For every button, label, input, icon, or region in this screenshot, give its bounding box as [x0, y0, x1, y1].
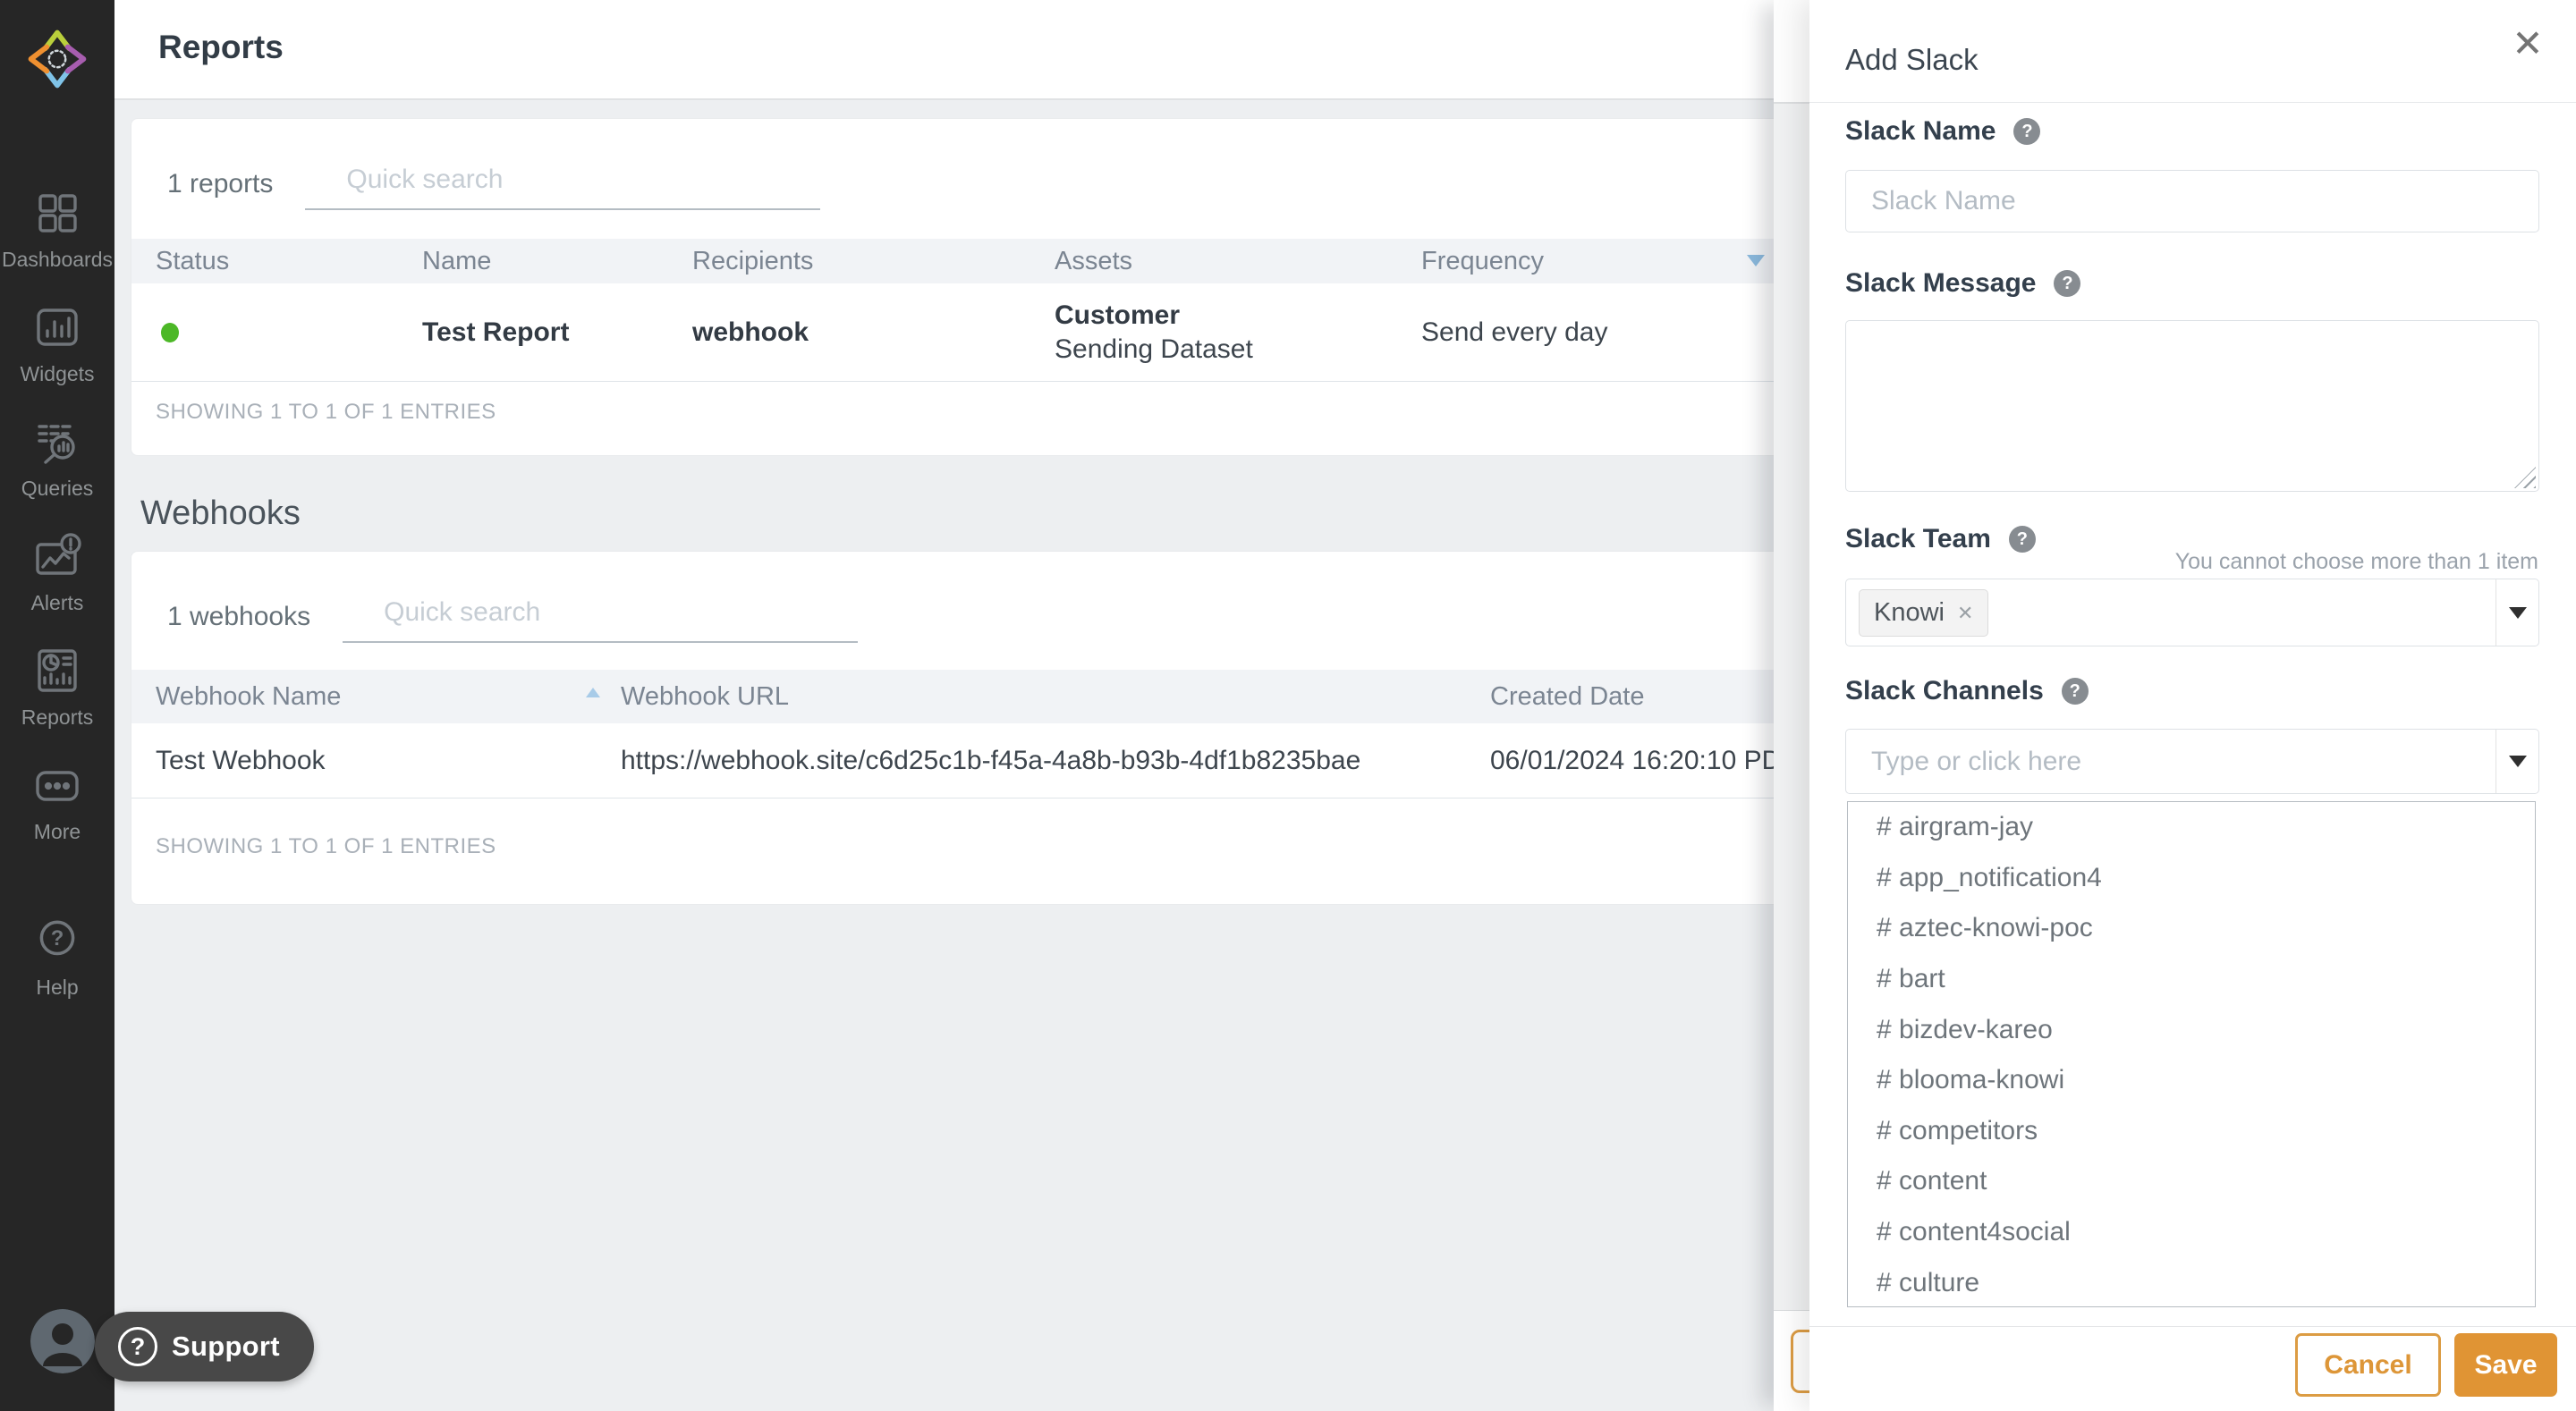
sidebar-item-queries[interactable]: Queries [0, 417, 114, 500]
reports-quick-search-input[interactable] [305, 155, 821, 210]
sidebar-item-label: Queries [21, 477, 94, 500]
report-recipients-cell: webhook [692, 317, 809, 347]
svg-text:?: ? [51, 926, 64, 951]
support-button[interactable]: ? Support [95, 1312, 314, 1381]
webhooks-section-title: Webhooks [140, 494, 301, 532]
background-modal-top-edge [1774, 0, 1809, 104]
channel-option[interactable]: # aztec-knowi-poc [1848, 903, 2535, 954]
slack-channels-combobox[interactable]: Type or click here [1845, 729, 2539, 794]
column-header-name[interactable]: Name [398, 247, 668, 276]
column-header-webhook-url[interactable]: Webhook URL [597, 682, 1466, 712]
reports-icon [32, 646, 82, 700]
widgets-icon [32, 302, 82, 357]
table-row[interactable]: Test Report webhook Customer Sending Dat… [131, 283, 1865, 382]
table-row[interactable]: Test Webhook https://webhook.site/c6d25c… [131, 723, 1865, 798]
channels-dropdown-toggle[interactable] [2496, 730, 2538, 793]
channel-option[interactable]: # app_notification4 [1848, 853, 2535, 904]
cancel-button[interactable]: Cancel [2295, 1333, 2441, 1397]
question-badge-icon[interactable]: ? [2054, 270, 2081, 297]
add-slack-panel: Add Slack ✕ Slack Name ? Slack Message ?… [1809, 0, 2576, 1411]
webhooks-quick-search-input[interactable] [343, 587, 859, 643]
channel-option[interactable]: # bizdev-kareo [1848, 1004, 2535, 1055]
dashboards-icon [32, 188, 82, 242]
webhooks-table-footer: SHOWING 1 TO 1 OF 1 ENTRIES [156, 834, 496, 858]
webhooks-count: 1 webhooks [167, 602, 311, 631]
sidebar-item-dashboards[interactable]: Dashboards [0, 188, 114, 271]
panel-footer: Cancel Save [1809, 1326, 2576, 1411]
sidebar-nav: Dashboards Widgets Queries Alerts Report… [0, 188, 114, 843]
reports-count: 1 reports [167, 169, 274, 199]
help-icon: ? [31, 914, 83, 970]
sidebar-item-label: Widgets [20, 362, 95, 385]
column-header-status[interactable]: Status [131, 247, 398, 276]
close-icon[interactable]: ✕ [2503, 18, 2553, 68]
chevron-down-icon [2508, 606, 2527, 619]
team-limit-note: You cannot choose more than 1 item [2174, 549, 2538, 574]
question-circle-icon: ? [118, 1327, 157, 1366]
webhooks-table-header: Webhook Name Webhook URL Created Date [131, 670, 1865, 723]
report-name-cell: Test Report [422, 317, 570, 347]
channel-option[interactable]: # airgram-jay [1848, 802, 2535, 853]
report-assets-cell: Customer Sending Dataset [1055, 300, 1253, 364]
column-header-assets[interactable]: Assets [1030, 247, 1397, 276]
more-icon [32, 760, 82, 815]
page-title: Reports [158, 29, 284, 65]
channel-option[interactable]: # content4social [1848, 1207, 2535, 1258]
queries-icon [32, 417, 82, 471]
channel-option[interactable]: # bart [1848, 954, 2535, 1005]
channels-dropdown-list: # airgram-jay # app_notification4 # azte… [1847, 801, 2536, 1307]
sidebar-item-widgets[interactable]: Widgets [0, 302, 114, 385]
webhooks-card: 1 webhooks Webhook Name Webhook URL Crea… [131, 551, 1866, 905]
sidebar-item-alerts[interactable]: Alerts [0, 531, 114, 614]
panel-header: Add Slack ✕ [1809, 0, 2576, 103]
reports-card: 1 reports Status Name Recipients Assets … [131, 118, 1866, 456]
team-tag-chip: Knowi ✕ [1859, 589, 1989, 637]
webhook-name-cell: Test Webhook [156, 745, 326, 775]
knowi-star-logo[interactable] [20, 21, 95, 101]
sidebar-item-label: Reports [21, 706, 94, 729]
slack-message-label: Slack Message ? [1845, 268, 2081, 299]
sidebar-item-label: Help [36, 976, 79, 999]
background-modal-edge [1774, 0, 1832, 1411]
slack-name-label: Slack Name ? [1845, 116, 2041, 147]
slack-team-label: Slack Team ? [1845, 524, 2036, 554]
chevron-down-icon [2508, 756, 2527, 767]
sidebar-item-help[interactable]: ? Help [0, 914, 114, 1000]
sort-desc-icon[interactable] [1747, 255, 1765, 266]
user-avatar-icon[interactable] [30, 1309, 95, 1373]
channel-option[interactable]: # culture [1848, 1257, 2535, 1306]
slack-channels-label: Slack Channels ? [1845, 676, 2089, 706]
sort-asc-icon[interactable] [586, 688, 600, 697]
column-header-recipients[interactable]: Recipients [668, 247, 1030, 276]
slack-name-input[interactable] [1845, 170, 2539, 232]
sidebar-item-label: More [33, 820, 81, 843]
column-header-webhook-name[interactable]: Webhook Name [131, 682, 597, 712]
save-button[interactable]: Save [2454, 1333, 2557, 1397]
channels-placeholder: Type or click here [1871, 746, 2082, 776]
sidebar: Dashboards Widgets Queries Alerts Report… [0, 0, 114, 1411]
question-badge-icon[interactable]: ? [2008, 526, 2036, 553]
sidebar-item-label: Alerts [30, 591, 84, 614]
channel-option[interactable]: # competitors [1848, 1106, 2535, 1157]
alerts-icon [32, 531, 82, 586]
support-label: Support [172, 1331, 280, 1362]
reports-table-header: Status Name Recipients Assets Frequency [131, 239, 1865, 283]
team-dropdown-toggle[interactable] [2496, 579, 2538, 646]
channel-option[interactable]: # blooma-knowi [1848, 1055, 2535, 1106]
reports-table-footer: SHOWING 1 TO 1 OF 1 ENTRIES [156, 400, 496, 424]
channel-option[interactable]: # content [1848, 1156, 2535, 1207]
sidebar-item-label: Dashboards [1, 248, 114, 271]
slack-message-textarea[interactable] [1845, 320, 2539, 492]
sidebar-item-reports[interactable]: Reports [0, 646, 114, 729]
status-dot [161, 322, 179, 342]
sidebar-item-more[interactable]: More [0, 760, 114, 843]
panel-title: Add Slack [1845, 43, 1979, 76]
question-badge-icon[interactable]: ? [2061, 678, 2089, 705]
question-badge-icon[interactable]: ? [2013, 118, 2041, 145]
remove-tag-icon[interactable]: ✕ [1957, 602, 1973, 625]
slack-team-select[interactable]: Knowi ✕ [1845, 579, 2539, 646]
webhook-url-cell: https://webhook.site/c6d25c1b-f45a-4a8b-… [621, 745, 1361, 775]
